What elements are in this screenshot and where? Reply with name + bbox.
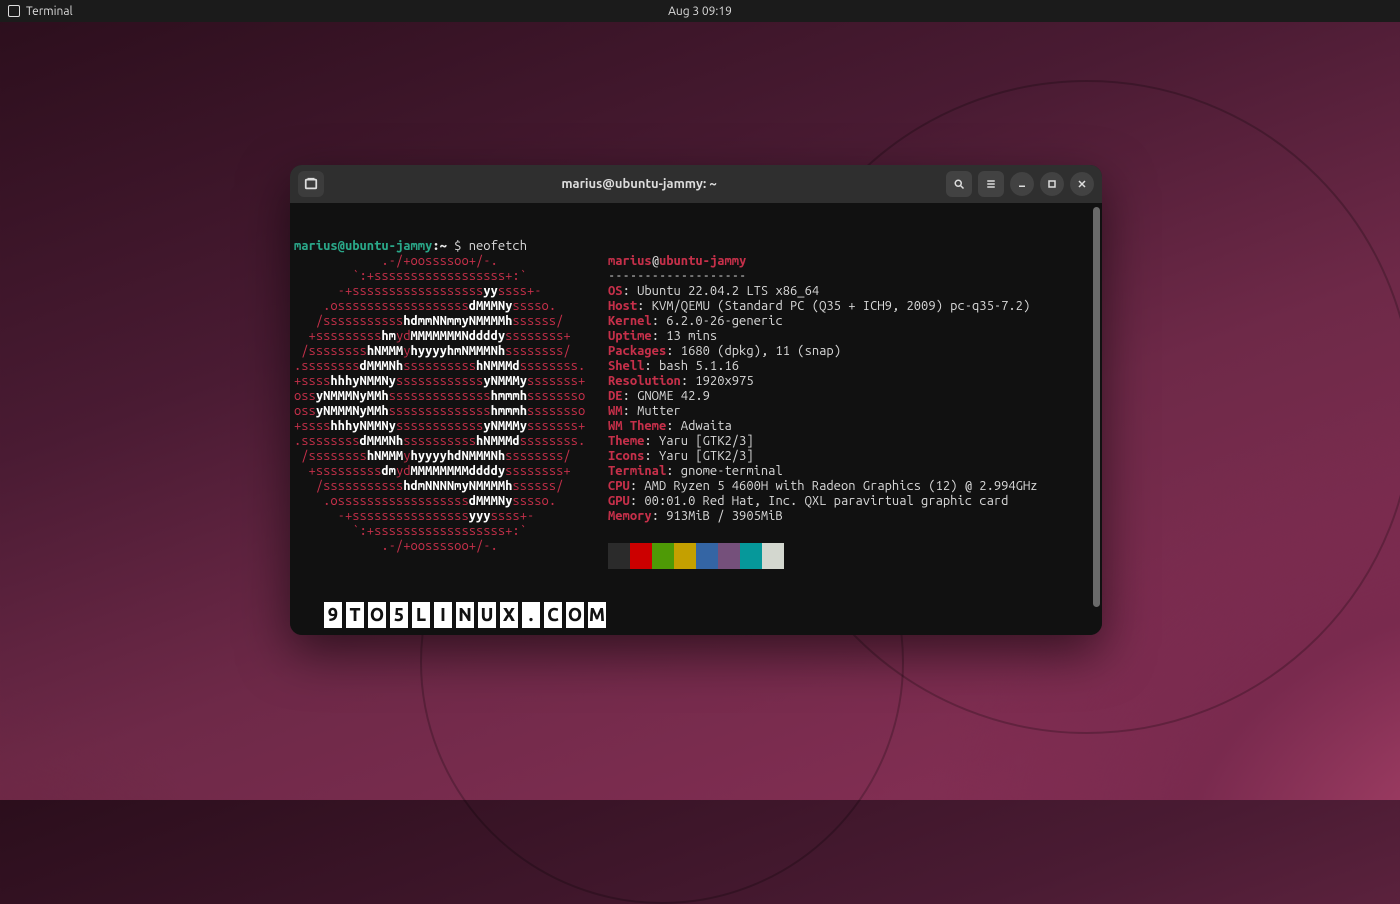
search-icon (953, 178, 965, 190)
minimize-button[interactable] (1010, 172, 1034, 196)
topbar-app-label: Terminal (26, 5, 73, 18)
terminal-body[interactable]: marius@ubuntu-jammy:~ $ neofetch .-/+oos… (290, 203, 1102, 635)
terminal-window: marius@ubuntu-jammy: ~ marius@ubuntu-jam… (290, 165, 1102, 635)
cmd-neofetch: neofetch (469, 239, 527, 253)
window-titlebar[interactable]: marius@ubuntu-jammy: ~ (290, 165, 1102, 203)
gnome-topbar: Terminal Aug 3 09:19 (0, 0, 1400, 22)
topbar-app[interactable]: Terminal (8, 5, 73, 18)
topbar-clock[interactable]: Aug 3 09:19 (668, 5, 732, 18)
window-title: marius@ubuntu-jammy: ~ (332, 177, 946, 191)
new-tab-icon (304, 177, 318, 191)
minimize-icon (1016, 178, 1028, 190)
hamburger-icon (985, 178, 997, 190)
close-button[interactable] (1070, 172, 1094, 196)
scrollbar[interactable] (1093, 207, 1100, 607)
prompt-user: marius@ubuntu-jammy (294, 239, 432, 253)
window-icon (8, 5, 20, 17)
ubuntu-logo-ascii: .-/+oossssoo+/-. `:+ssssssssssssssssss+:… (294, 254, 594, 573)
maximize-icon (1046, 178, 1058, 190)
new-tab-button[interactable] (298, 171, 324, 197)
search-button[interactable] (946, 171, 972, 197)
neofetch-info: marius@ubuntu-jammy ------------------- … (594, 254, 1038, 573)
maximize-button[interactable] (1040, 172, 1064, 196)
menu-button[interactable] (978, 171, 1004, 197)
watermark-badge: 9TO5LINUX.COM (324, 602, 606, 628)
color-swatches (608, 543, 784, 569)
neofetch-output: .-/+oossssoo+/-. `:+ssssssssssssssssss+:… (294, 254, 1094, 573)
close-icon (1076, 178, 1088, 190)
